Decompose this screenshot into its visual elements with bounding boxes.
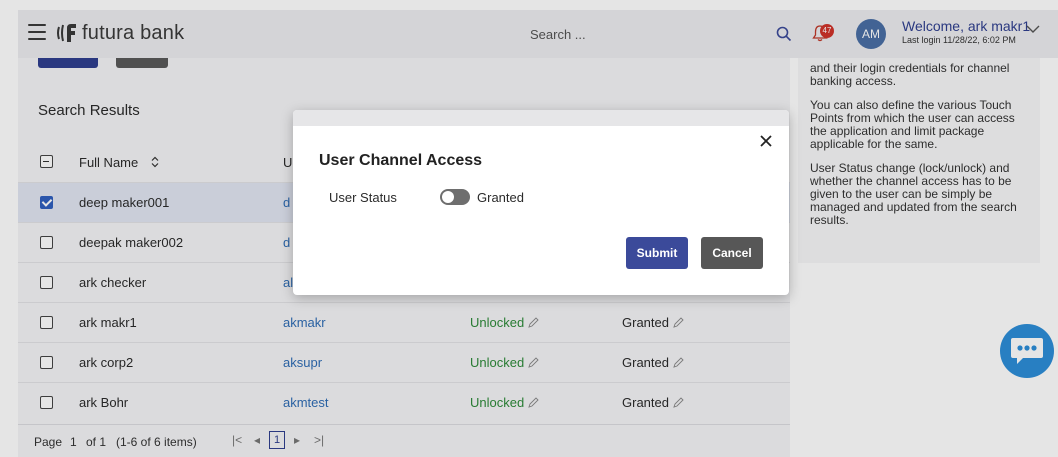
notifications[interactable]: 47: [812, 22, 838, 44]
search-input[interactable]: [530, 26, 760, 42]
user-channel-access-modal: User Channel Access User Status Granted …: [293, 110, 789, 295]
chatbot-button[interactable]: [1000, 324, 1054, 378]
global-search: [530, 20, 798, 48]
results-title: Search Results: [38, 102, 140, 119]
table-row[interactable]: ark makr1 akmakr Unlocked Granted: [18, 302, 790, 342]
status-text: Unlocked: [470, 355, 525, 370]
app-header: futura bank 47 AM Welcome, ark makr1 Las…: [18, 10, 1058, 58]
row-checkbox[interactable]: [40, 356, 53, 369]
help-paragraph: You can also define the various Touch Po…: [810, 98, 1015, 151]
notification-badge: 47: [820, 24, 834, 38]
cell-user-id[interactable]: akmakr: [283, 315, 326, 330]
help-paragraph: and their login credentials for channel …: [810, 61, 1010, 88]
edit-pencil-icon[interactable]: [527, 396, 539, 409]
cell-channel-access[interactable]: Granted: [622, 355, 684, 370]
brand-name: futura bank: [82, 21, 185, 44]
row-checkbox[interactable]: [40, 236, 53, 249]
cell-full-name: deep maker001: [79, 195, 170, 210]
row-checkbox[interactable]: [40, 396, 53, 409]
bank-logo[interactable]: futura bank: [56, 20, 184, 46]
row-checkbox[interactable]: [40, 196, 53, 209]
column-header-user[interactable]: U: [283, 155, 292, 170]
last-login-text: Last login 11/28/22, 6:02 PM: [902, 35, 1016, 45]
user-status-label: User Status: [329, 190, 397, 205]
first-page-button[interactable]: |<: [232, 433, 242, 447]
cell-user-id[interactable]: d: [283, 195, 290, 210]
cell-user-id[interactable]: akmtest: [283, 395, 329, 410]
column-header-full-name[interactable]: Full Name: [79, 155, 160, 170]
cell-user-status[interactable]: Unlocked: [470, 395, 539, 410]
select-all-checkbox[interactable]: [40, 155, 53, 168]
search-icon[interactable]: [776, 26, 792, 42]
modal-header-band: [293, 110, 789, 126]
prev-page-button[interactable]: ◂: [254, 433, 260, 447]
hamburger-menu-icon[interactable]: [28, 24, 46, 40]
toggle-state-label: Granted: [477, 190, 524, 205]
cell-full-name: ark corp2: [79, 355, 134, 370]
edit-pencil-icon[interactable]: [672, 316, 684, 329]
table-row[interactable]: ark Bohr akmtest Unlocked Granted: [18, 382, 790, 422]
cell-full-name: ark checker: [79, 275, 147, 290]
status-text: Unlocked: [470, 315, 525, 330]
cell-user-id[interactable]: aksupr: [283, 355, 322, 370]
user-welcome[interactable]: Welcome, ark makr1 Last login 11/28/22, …: [902, 18, 1030, 45]
last-page-button[interactable]: >|: [314, 433, 324, 447]
cell-user-id[interactable]: al: [283, 275, 293, 290]
chevron-down-icon[interactable]: [1026, 24, 1040, 34]
search-button[interactable]: [38, 58, 98, 68]
edit-pencil-icon[interactable]: [672, 396, 684, 409]
submit-button[interactable]: Submit: [626, 237, 688, 269]
page-label: Page: [34, 435, 63, 449]
cell-full-name: ark Bohr: [79, 395, 129, 410]
access-text: Granted: [622, 315, 669, 330]
cancel-button[interactable]: Cancel: [701, 237, 763, 269]
cell-full-name: deepak maker002: [79, 235, 184, 250]
edit-pencil-icon[interactable]: [672, 356, 684, 369]
row-checkbox[interactable]: [40, 316, 53, 329]
table-row[interactable]: ark corp2 aksupr Unlocked Granted: [18, 342, 790, 382]
cell-user-status[interactable]: Unlocked: [470, 355, 539, 370]
row-checkbox[interactable]: [40, 276, 53, 289]
pagination: Page 1 of 1 (1-6 of 6 items) |< ◂ 1 ▸ >|: [18, 424, 790, 457]
edit-pencil-icon[interactable]: [527, 316, 539, 329]
help-paragraph: User Status change (lock/unlock) and whe…: [810, 161, 1017, 227]
current-page-number: 1: [70, 435, 77, 449]
page-button[interactable]: 1: [269, 431, 285, 449]
futura-logo-icon: [57, 24, 76, 42]
top-strip: [0, 0, 1058, 10]
column-label: Full Name: [79, 155, 139, 170]
cell-channel-access[interactable]: Granted: [622, 395, 684, 410]
page-of-total: of 1: [86, 435, 107, 449]
welcome-text: Welcome, ark makr1: [902, 18, 1031, 34]
next-page-button[interactable]: ▸: [294, 433, 300, 447]
clear-button[interactable]: [116, 58, 168, 68]
status-text: Unlocked: [470, 395, 525, 410]
cell-user-id[interactable]: d: [283, 235, 290, 250]
avatar[interactable]: AM: [856, 19, 886, 49]
access-text: Granted: [622, 395, 669, 410]
edit-pencil-icon[interactable]: [527, 356, 539, 369]
items-count: (1-6 of 6 items): [116, 435, 197, 449]
close-icon[interactable]: [759, 134, 773, 148]
access-text: Granted: [622, 355, 669, 370]
cell-user-status[interactable]: Unlocked: [470, 315, 539, 330]
cell-channel-access[interactable]: Granted: [622, 315, 684, 330]
modal-title: User Channel Access: [319, 152, 483, 169]
cell-full-name: ark makr1: [79, 315, 137, 330]
user-status-toggle[interactable]: [440, 189, 470, 205]
sort-icon[interactable]: [150, 156, 160, 168]
chat-bubble-icon: [1011, 338, 1043, 364]
help-panel: and their login credentials for channel …: [798, 58, 1040, 263]
